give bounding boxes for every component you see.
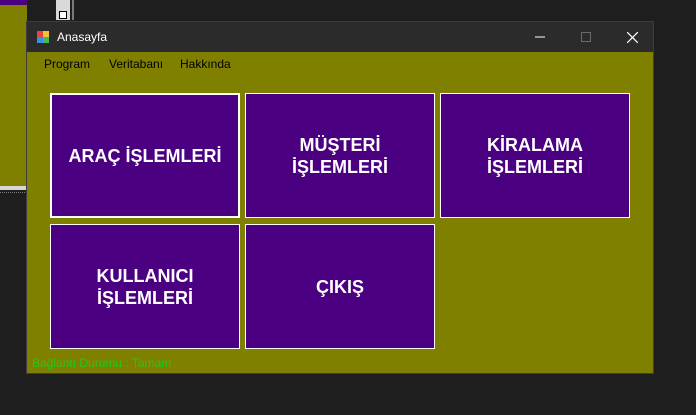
maximize-button[interactable] <box>563 22 609 52</box>
minimize-button[interactable] <box>517 22 563 52</box>
background-panel-edge <box>0 186 27 190</box>
menu-program[interactable]: Program <box>44 57 90 71</box>
background-window-edge <box>0 0 27 5</box>
customer-operations-button[interactable]: MÜŞTERİ İŞLEMLERİ <box>245 93 435 218</box>
main-window: Anasayfa Program Veritabanı Hakkında ARA… <box>26 21 654 374</box>
window-title: Anasayfa <box>57 30 108 44</box>
minimize-icon <box>535 36 545 38</box>
rental-operations-button[interactable]: KİRALAMA İŞLEMLERİ <box>440 93 630 218</box>
menu-hakkinda[interactable]: Hakkında <box>180 57 231 71</box>
connection-status: Bağlantı Durumu : Tamam <box>32 356 172 370</box>
user-operations-button[interactable]: KULLANICI İŞLEMLERİ <box>50 224 240 349</box>
menu-veritabani[interactable]: Veritabanı <box>109 57 163 71</box>
title-bar[interactable]: Anasayfa <box>27 22 653 52</box>
maximize-icon <box>581 32 591 42</box>
background-divider <box>72 0 74 20</box>
background-window-fragment <box>0 0 27 190</box>
app-icon <box>37 31 49 43</box>
background-dotted-line <box>0 192 27 195</box>
resize-handle <box>59 11 67 19</box>
close-button[interactable] <box>609 22 655 52</box>
close-icon <box>626 31 638 43</box>
exit-button[interactable]: ÇIKIŞ <box>245 224 435 349</box>
menu-bar: Program Veritabanı Hakkında <box>27 54 653 74</box>
vehicle-operations-button[interactable]: ARAÇ İŞLEMLERİ <box>50 93 240 218</box>
